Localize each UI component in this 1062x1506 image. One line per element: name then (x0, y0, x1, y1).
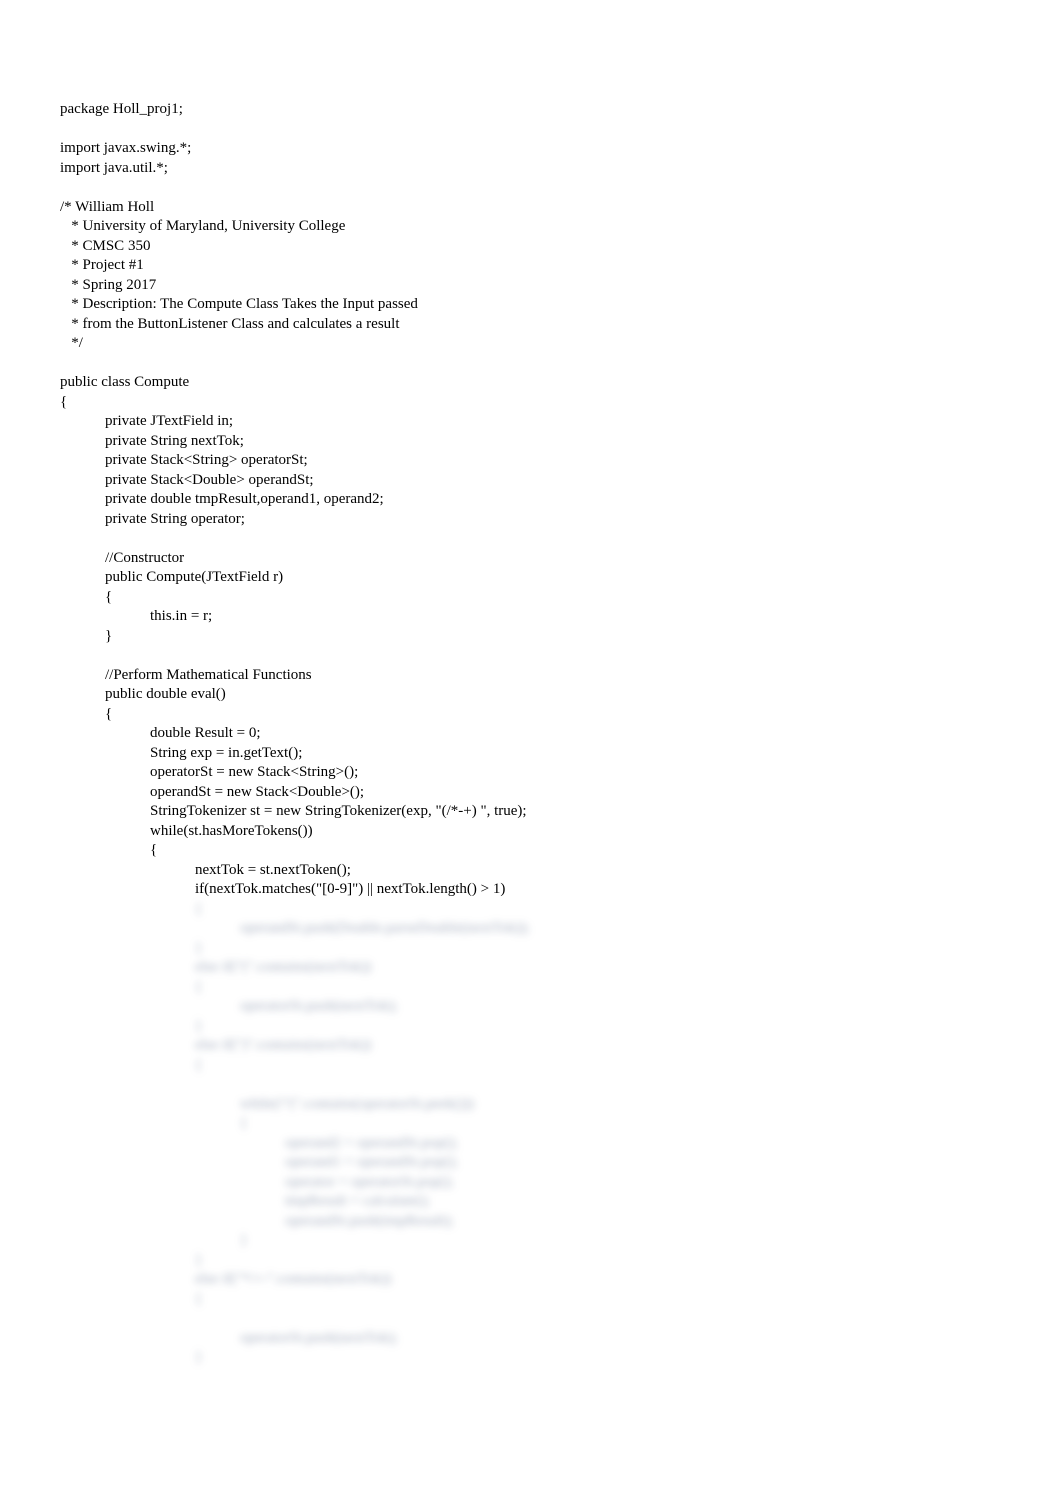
code-block: package Holl_proj1; import javax.swing.*… (60, 100, 1002, 900)
document-page: package Holl_proj1; import javax.swing.*… (0, 0, 1062, 1408)
blurred-code-block: { operandSt.push(Double.parseDouble(next… (60, 900, 1002, 1368)
